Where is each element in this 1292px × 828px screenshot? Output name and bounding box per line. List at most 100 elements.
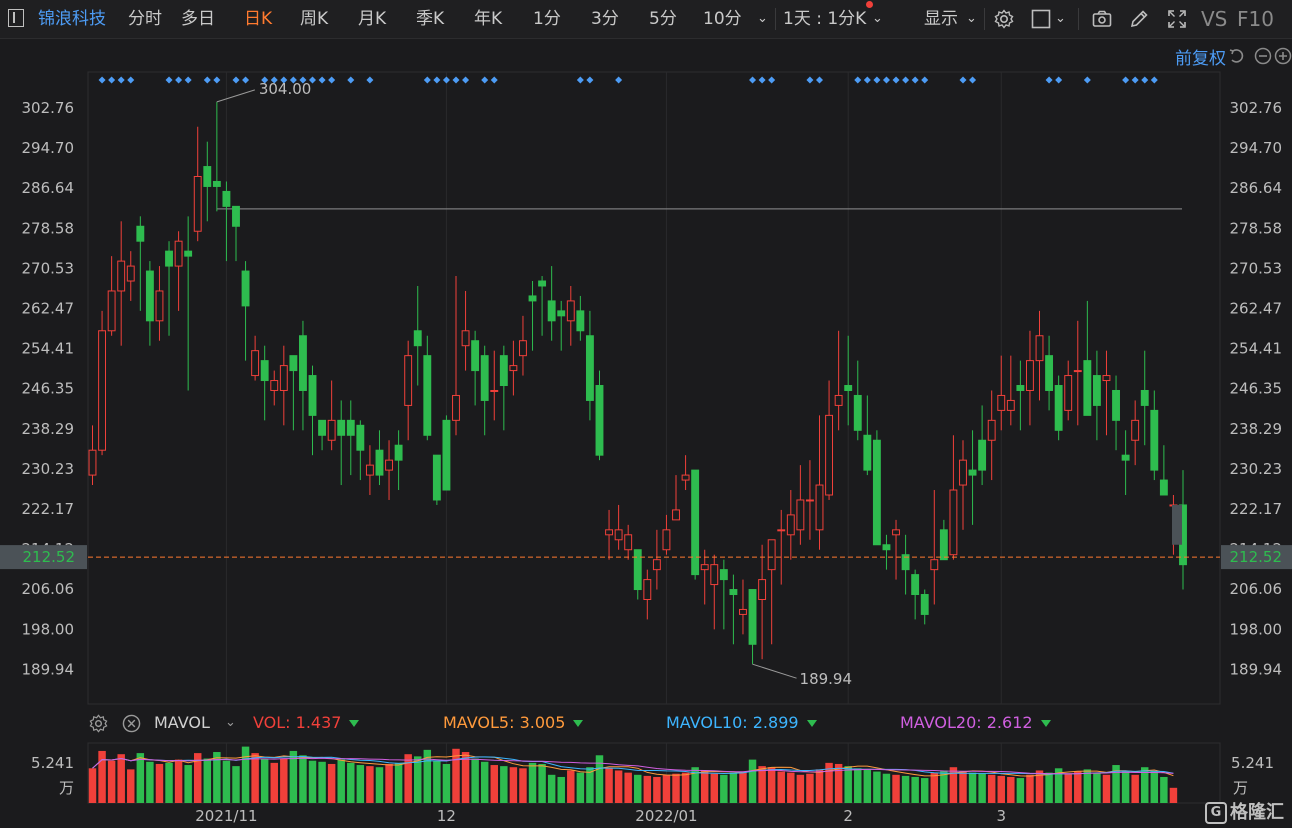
candle-body (88, 449, 97, 476)
volume-bar (968, 772, 977, 803)
volume-bar (107, 760, 116, 803)
signal-marker (768, 76, 776, 84)
y-tick-label: 286.64 (22, 179, 75, 197)
signal-marker (882, 76, 890, 84)
signal-marker (366, 76, 374, 84)
candle-body (251, 350, 260, 377)
candle-body (1045, 355, 1054, 391)
signal-marker (816, 76, 823, 84)
candle-body (413, 330, 422, 347)
signal-marker (213, 76, 221, 84)
candle-body (557, 310, 566, 317)
volume-bar (987, 774, 996, 803)
high-pointer (216, 89, 256, 103)
signal-marker (328, 76, 336, 84)
candle-body (1006, 399, 1015, 411)
volume-bar (337, 759, 345, 803)
volume-bar (710, 773, 719, 803)
signal-marker (433, 76, 441, 84)
candle-body (184, 250, 193, 257)
indicator-name[interactable]: MAVOL (154, 713, 210, 732)
candle-body (365, 464, 374, 476)
volume-bar (452, 748, 460, 803)
volume-bar (997, 775, 1005, 803)
volume-bar (394, 762, 403, 803)
volume-bar (519, 768, 527, 803)
candle-body (117, 260, 126, 292)
volume-bar (787, 772, 795, 803)
volume-axis-label: 5.241 (31, 754, 74, 772)
volume-bar (796, 774, 805, 803)
low-label: 189.94 (800, 670, 853, 688)
signal-marker (175, 76, 183, 84)
candle-body (308, 375, 317, 416)
x-tick-label: 2022/01 (635, 807, 697, 825)
volume-axis-label: 5.241 (1231, 754, 1274, 772)
signal-marker (1122, 76, 1130, 84)
candle-body (892, 529, 900, 536)
mavol5-label: MAVOL5: (443, 713, 515, 732)
indicator-gear-icon[interactable] (89, 714, 108, 733)
volume-bar (356, 765, 365, 803)
candle-body (1092, 375, 1101, 406)
volume-bar (1160, 776, 1168, 803)
volume-bar (490, 765, 498, 803)
candle-body (748, 589, 757, 645)
signal-marker (98, 76, 106, 84)
signal-marker (1141, 76, 1149, 84)
close-icon[interactable] (122, 714, 141, 733)
signal-marker (452, 76, 460, 84)
volume-bar (174, 759, 183, 803)
y-tick-label: 262.47 (22, 300, 75, 318)
volume-bar (1074, 771, 1082, 803)
candle-body (652, 559, 661, 571)
candle-body (299, 335, 307, 391)
signal-marker (1045, 76, 1053, 84)
gelonghui-logo: G 格隆汇 (1205, 798, 1284, 824)
candle-body (882, 544, 891, 551)
candle-body (643, 579, 652, 600)
candle-body (318, 419, 327, 436)
volume-bar (1150, 771, 1159, 803)
volume-bar (98, 750, 106, 803)
volume-bar (136, 753, 145, 803)
candle-body (681, 474, 690, 481)
signal-marker (127, 76, 135, 84)
candle-body (968, 469, 977, 476)
candle-body (289, 355, 298, 372)
volume-bar (184, 765, 192, 803)
candle-body (232, 205, 240, 227)
signal-marker (615, 76, 623, 84)
volume-bar (471, 758, 479, 803)
candle-body (174, 240, 183, 267)
volume-bar (739, 771, 747, 803)
volume-bar (222, 760, 231, 803)
vol-label: VOL: (253, 713, 291, 732)
candle-body (786, 514, 795, 536)
y-tick-label: 206.06 (1230, 580, 1283, 598)
volume-bar (624, 772, 632, 803)
volume-bar (155, 763, 164, 803)
kline-chart[interactable]: 2021/11 12 2022/01 2 3 302.76 302.76 294.70 294.… (0, 0, 1292, 828)
high-label: 304.00 (259, 80, 312, 98)
y-tick-label: 254.41 (1230, 340, 1283, 358)
signal-marker (892, 76, 900, 84)
candle-body (566, 300, 575, 322)
signal-marker (481, 76, 489, 84)
volume-bar (251, 753, 259, 803)
volume-bar (404, 754, 412, 803)
indicator-chevron-icon[interactable]: ⌄ (225, 715, 236, 730)
candle-body (260, 360, 269, 382)
volume-bar (729, 772, 738, 803)
signal-marker (1150, 76, 1158, 84)
signal-marker (490, 76, 498, 84)
candle-body (949, 489, 958, 556)
signal-marker (863, 76, 871, 84)
volume-bar (442, 763, 451, 803)
candle-body (136, 225, 145, 242)
candle-body (930, 559, 939, 571)
candle-body (585, 335, 594, 401)
candle-body (834, 394, 843, 406)
candle-body (796, 499, 805, 531)
volume-bar (567, 770, 575, 803)
